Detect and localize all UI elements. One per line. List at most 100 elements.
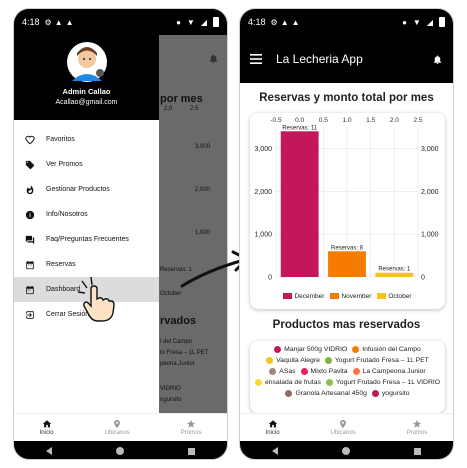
legend-swatch [283,293,293,300]
background-list-item: VIDRIO [160,386,181,392]
product-legend-item: ASas [269,367,296,376]
background-axis-tick: 2.5 [190,106,199,112]
y-tick-label: 2,000 [254,189,272,196]
product-label: ASas [279,368,296,375]
product-legend-item: Infusión del Campo [352,345,421,354]
dashboard-content[interactable]: Reservas y monto total por mes -0.5 0.0 0.… [240,83,453,413]
legend-item: November [330,293,371,300]
location-pin-icon [114,419,121,429]
alert-status-icon: ▲ [54,17,63,27]
legend-item: December [283,293,324,300]
legend-swatch [330,293,340,300]
bar-data-label: Reservas: 1 [378,267,411,273]
products-title: Productos mas reservados [272,319,421,331]
status-bar: 4:18 ⚙ ▲ ▲ ● ▼ ◢ [240,9,453,35]
menu-item-gestionar-productos[interactable]: Gestionar Productos [14,177,159,202]
tap-hand-icon [77,276,115,322]
product-color-dot [285,390,293,397]
nav-promos[interactable]: Promos [407,419,427,436]
legend-label: December [294,293,325,300]
product-color-dot [325,379,333,386]
system-navigation-bar [240,441,453,459]
x-tick-label: 1.0 [342,117,351,124]
bar-november [328,251,366,277]
product-label: yogursito [381,390,410,397]
drawer-header: Admin Callao Acallao@gmail.com [14,35,159,120]
back-button[interactable] [272,447,278,455]
nav-label: Ubicanos [330,430,356,436]
avatar [67,42,107,82]
menu-item-info-nosotros[interactable]: Info/Nosotros [14,202,159,227]
bar-data-label: Reservas: 11 [282,125,318,131]
background-y-tick: 1,000 [195,230,211,236]
info-icon [25,210,35,220]
star-icon [412,419,422,428]
logout-icon [25,310,35,320]
chart-legend: December November October [250,293,445,300]
home-button[interactable] [342,447,350,455]
drawer-user-email: Acallao@gmail.com [55,99,118,106]
product-legend-item: Manjar 500g VIDRIO [274,345,347,354]
notification-bell-icon[interactable] [208,51,219,69]
legend-label: October [388,293,412,300]
product-color-dot [269,368,277,375]
nav-label: Promos [180,430,202,436]
nav-promos[interactable]: Promos [180,419,202,436]
chart-card: -0.5 0.0 0.5 1.0 1.5 2.0 2.5 0 0 1,000 1,000 2,000 2… [250,113,445,309]
nav-inicio[interactable]: Inicio [40,419,54,436]
product-color-dot [371,390,379,397]
menu-item-label: Reservas [46,261,76,268]
nav-label: Inicio [39,430,54,436]
home-button[interactable] [116,447,124,455]
product-legend-item: ensalada de frutas [254,378,321,387]
back-button[interactable] [46,447,52,455]
nav-ubicanos[interactable]: Ubicanos [331,419,356,436]
drawer-user-name: Admin Callao [62,87,111,96]
nav-ubicanos[interactable]: Ubicanos [105,419,130,436]
calendar-icon [25,285,35,295]
bar-december [280,131,319,277]
product-legend-item: La Campeona Junior [352,367,426,376]
status-time: 4:18 [22,17,40,27]
right-phone-screen: 4:18 ⚙ ▲ ▲ ● ▼ ◢ La Lecheria App Reserva… [239,8,454,460]
hamburger-menu-icon[interactable] [250,54,262,64]
background-list-item: to Fresa – 1L PET [160,350,209,356]
product-legend-item: Yogurt Frutado Fresa – 1L VIDRIO [325,378,440,387]
background-y-tick: 3,000 [195,144,211,150]
background-list-item: peona Junior [160,361,195,367]
location-status-icon: ● [402,17,407,27]
legend-swatch [377,293,387,300]
y-tick-label-right: 2,000 [421,189,439,196]
wifi-icon: ▼ [412,17,421,27]
menu-item-reservas[interactable]: Reservas [14,252,159,277]
recent-apps-button[interactable] [414,447,421,455]
nav-inicio[interactable]: Inicio [266,419,280,436]
menu-item-label: Favoritos [46,136,75,143]
product-label: Infusión del Campo [362,346,421,353]
menu-item-label: Ver Promos [46,161,83,168]
left-phone-screen: por mes 2.0 2.5 3,000 2,000 1,000 Reserv… [13,8,228,460]
background-section-title: rvados [160,315,197,327]
recent-apps-button[interactable] [188,447,195,455]
menu-item-label: Faq/Preguntas Frecuentes [46,236,129,243]
settings-status-icon: ⚙ [44,17,52,27]
menu-item-label: Gestionar Productos [46,186,110,193]
navigation-drawer: Admin Callao Acallao@gmail.com Favoritos… [14,35,159,413]
menu-item-ver-promos[interactable]: Ver Promos [14,152,159,177]
app-bar: La Lecheria App [240,35,453,83]
alert-status-icon: ▲ [280,17,289,27]
y-tick-label: 0 [268,275,272,282]
menu-item-faq[interactable]: Faq/Preguntas Frecuentes [14,227,159,252]
notification-bell-icon[interactable] [432,54,443,65]
x-tick-label: 0.5 [319,117,328,124]
tag-icon [25,160,35,170]
calendar-icon [25,260,35,270]
location-pin-icon [340,419,347,429]
bar-chart: -0.5 0.0 0.5 1.0 1.5 2.0 2.5 0 0 1,000 1,000 2,000 2… [254,117,439,282]
product-label: Granola Artesanal 450g [295,390,367,397]
y-tick-label-right: 3,000 [421,146,439,153]
battery-icon [213,17,219,27]
x-tick-label: -0.5 [270,117,282,124]
status-bar: 4:18 ⚙ ▲ ▲ ● ▼ ◢ [14,9,227,35]
menu-item-favoritos[interactable]: Favoritos [14,127,159,152]
